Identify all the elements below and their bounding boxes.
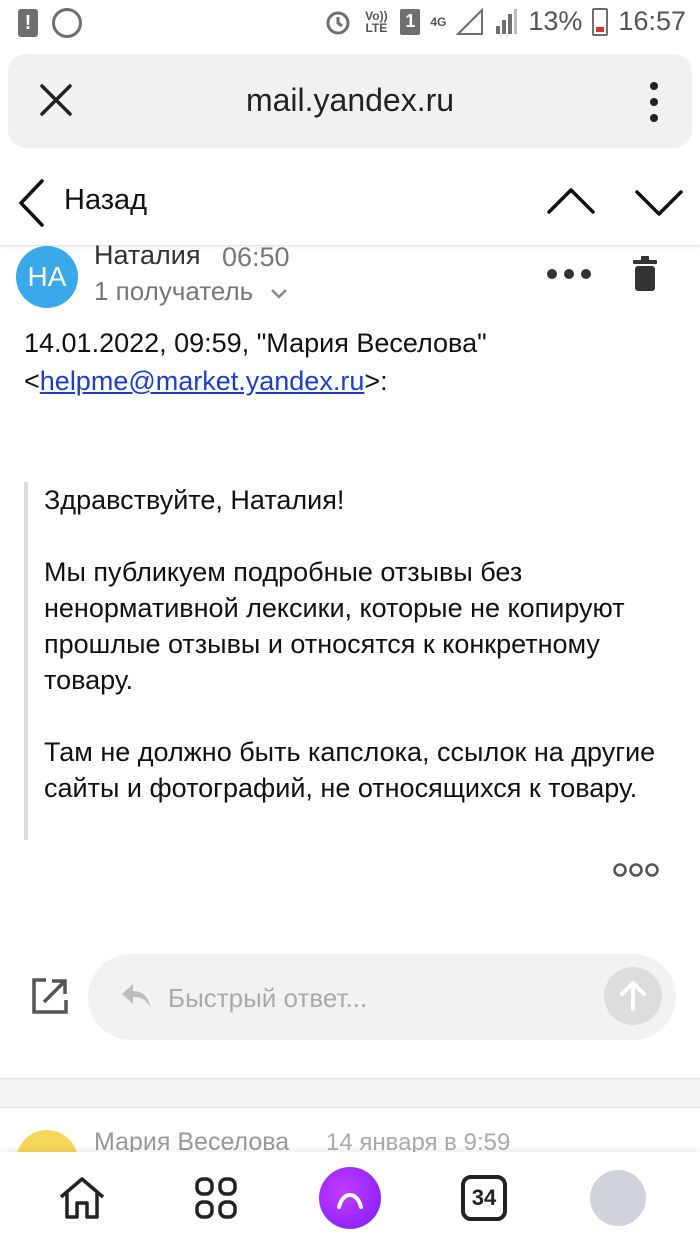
tabs-button[interactable]: 34 [452, 1166, 516, 1230]
recipients-toggle[interactable]: 1 получатель [94, 276, 288, 307]
alice-icon [319, 1167, 381, 1229]
profile-avatar-icon [590, 1170, 646, 1226]
grid-icon [195, 1177, 237, 1219]
alert-icon: ! [18, 9, 38, 37]
send-button[interactable] [604, 967, 662, 1025]
tabs-count-icon: 34 [461, 1175, 507, 1221]
paragraph: Мы публикуем подробные отзывы без ненорм… [44, 557, 625, 695]
quote-header-line: 14.01.2022, 09:59, "Мария Веселова" [24, 330, 487, 358]
paragraph: Здравствуйте, Наталия! [44, 485, 345, 515]
network-indicator: 4G [430, 14, 447, 29]
sender-avatar[interactable]: НА [16, 246, 78, 308]
quick-reply-field[interactable]: Быстрый ответ... [88, 954, 676, 1040]
more-horizontal-icon[interactable] [546, 268, 592, 280]
email-link[interactable]: helpme@market.yandex.ru [40, 366, 365, 396]
message-time: 06:50 [222, 242, 290, 272]
expand-quote-icon[interactable] [612, 860, 660, 880]
profile-button[interactable] [586, 1166, 650, 1230]
battery-percent: 13% [528, 6, 583, 36]
quick-reply-placeholder: Быстрый ответ... [168, 983, 368, 1013]
thread-divider [0, 1078, 700, 1108]
signal-icon [456, 7, 484, 35]
quote-header-email: <helpme@market.yandex.ru>: [24, 366, 388, 396]
recipients-label: 1 получатель [94, 276, 254, 306]
url-bar[interactable]: mail.yandex.ru [8, 54, 692, 148]
alarm-icon [326, 11, 350, 34]
sender-name[interactable]: Наталия [94, 240, 200, 271]
status-left: ! [18, 8, 82, 38]
signal-icon-2 [496, 8, 518, 34]
chevron-down-icon [271, 289, 288, 299]
battery-icon [592, 7, 609, 36]
browser-bottom-bar: 34 [0, 1152, 700, 1244]
services-button[interactable] [184, 1166, 248, 1230]
more-vertical-icon[interactable] [648, 80, 660, 124]
next-message-icon[interactable] [634, 188, 684, 218]
mail-nav-header: Назад [0, 160, 700, 246]
compose-full-icon[interactable] [30, 976, 70, 1016]
reply-icon [122, 984, 150, 1008]
back-button[interactable]: Назад [64, 184, 147, 217]
clock: 16:57 [618, 6, 686, 36]
url-text[interactable]: mail.yandex.ru [8, 82, 692, 119]
back-chevron-icon[interactable] [16, 178, 46, 228]
alice-button[interactable] [318, 1166, 382, 1230]
status-right: Vo)) LTE 1 4G 13% 16:57 [324, 6, 686, 37]
message-body: 14.01.2022, 09:59, "Мария Веселова" <hel… [0, 330, 700, 840]
status-bar: ! Vo)) LTE 1 4G 13% 16:57 [0, 0, 700, 46]
quote-header: 14.01.2022, 09:59, "Мария Веселова" <hel… [24, 330, 487, 400]
trash-icon[interactable] [630, 256, 660, 292]
sim-indicator: 1 [400, 8, 421, 35]
quoted-text: Здравствуйте, Наталия! Мы публикуем подр… [24, 482, 684, 840]
paragraph: Там не должно быть капслока, ссылок на д… [44, 737, 656, 803]
whatsapp-icon [52, 8, 82, 38]
arrow-up-icon [620, 981, 646, 1011]
home-icon [59, 1177, 105, 1219]
volte-indicator: Vo)) LTE [365, 8, 388, 35]
previous-message-icon[interactable] [546, 186, 596, 216]
home-button[interactable] [50, 1166, 114, 1230]
